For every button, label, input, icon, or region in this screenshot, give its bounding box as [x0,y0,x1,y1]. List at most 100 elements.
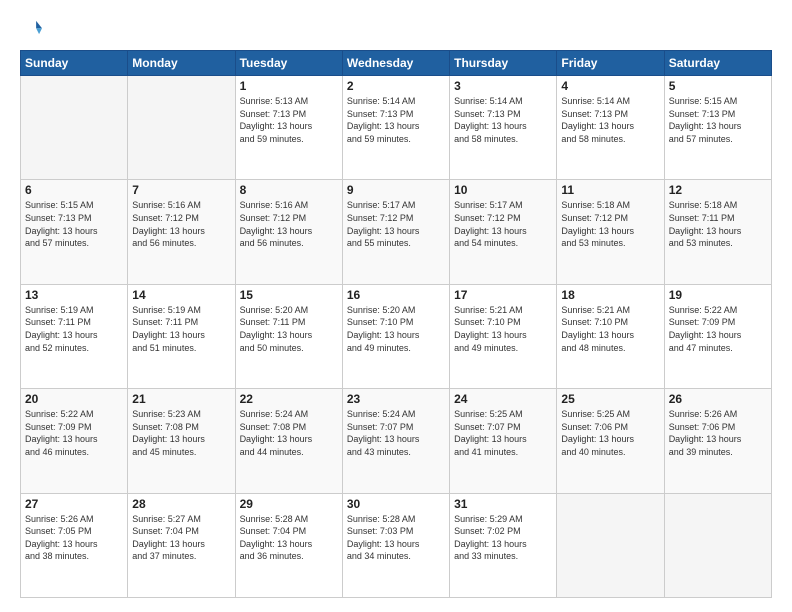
day-number: 27 [25,497,123,511]
day-info: Sunrise: 5:26 AM Sunset: 7:06 PM Dayligh… [669,408,767,458]
logo [20,18,46,40]
day-number: 10 [454,183,552,197]
day-info: Sunrise: 5:15 AM Sunset: 7:13 PM Dayligh… [669,95,767,145]
day-info: Sunrise: 5:22 AM Sunset: 7:09 PM Dayligh… [25,408,123,458]
calendar-cell: 8 Sunrise: 5:16 AM Sunset: 7:12 PM Daylig… [235,180,342,284]
calendar-cell: 7 Sunrise: 5:16 AM Sunset: 7:12 PM Daylig… [128,180,235,284]
day-number: 18 [561,288,659,302]
day-number: 5 [669,79,767,93]
day-number: 29 [240,497,338,511]
day-info: Sunrise: 5:14 AM Sunset: 7:13 PM Dayligh… [561,95,659,145]
day-info: Sunrise: 5:24 AM Sunset: 7:08 PM Dayligh… [240,408,338,458]
day-number: 11 [561,183,659,197]
calendar-week-row: 27 Sunrise: 5:26 AM Sunset: 7:05 PM Dayli… [21,493,772,597]
day-number: 23 [347,392,445,406]
day-number: 7 [132,183,230,197]
day-info: Sunrise: 5:25 AM Sunset: 7:07 PM Dayligh… [454,408,552,458]
day-info: Sunrise: 5:14 AM Sunset: 7:13 PM Dayligh… [347,95,445,145]
calendar-cell: 25 Sunrise: 5:25 AM Sunset: 7:06 PM Dayli… [557,389,664,493]
calendar-cell: 11 Sunrise: 5:18 AM Sunset: 7:12 PM Dayli… [557,180,664,284]
calendar-cell: 27 Sunrise: 5:26 AM Sunset: 7:05 PM Dayli… [21,493,128,597]
calendar-cell: 12 Sunrise: 5:18 AM Sunset: 7:11 PM Dayli… [664,180,771,284]
calendar-cell: 18 Sunrise: 5:21 AM Sunset: 7:10 PM Dayli… [557,284,664,388]
day-number: 24 [454,392,552,406]
calendar-cell: 28Sunrise: 5:27 AM Sunset: 7:04 PM Dayli… [128,493,235,597]
day-info: Sunrise: 5:26 AM Sunset: 7:05 PM Dayligh… [25,513,123,563]
day-number: 4 [561,79,659,93]
day-number: 22 [240,392,338,406]
day-info: Sunrise: 5:19 AM Sunset: 7:11 PM Dayligh… [132,304,230,354]
calendar-cell: 6Sunrise: 5:15 AM Sunset: 7:13 PM Daylig… [21,180,128,284]
calendar-cell: 15 Sunrise: 5:20 AM Sunset: 7:11 PM Dayli… [235,284,342,388]
day-info: Sunrise: 5:23 AM Sunset: 7:08 PM Dayligh… [132,408,230,458]
calendar-cell: 3 Sunrise: 5:14 AM Sunset: 7:13 PM Daylig… [450,76,557,180]
calendar-weekday-wednesday: Wednesday [342,51,449,76]
day-info: Sunrise: 5:24 AM Sunset: 7:07 PM Dayligh… [347,408,445,458]
day-number: 17 [454,288,552,302]
day-info: Sunrise: 5:18 AM Sunset: 7:11 PM Dayligh… [669,199,767,249]
calendar-cell: 4 Sunrise: 5:14 AM Sunset: 7:13 PM Daylig… [557,76,664,180]
calendar-cell [557,493,664,597]
calendar-cell: 13Sunrise: 5:19 AM Sunset: 7:11 PM Dayli… [21,284,128,388]
calendar-weekday-sunday: Sunday [21,51,128,76]
calendar-weekday-saturday: Saturday [664,51,771,76]
calendar-cell: 23 Sunrise: 5:24 AM Sunset: 7:07 PM Dayli… [342,389,449,493]
day-number: 13 [25,288,123,302]
day-info: Sunrise: 5:13 AM Sunset: 7:13 PM Dayligh… [240,95,338,145]
day-info: Sunrise: 5:21 AM Sunset: 7:10 PM Dayligh… [561,304,659,354]
day-info: Sunrise: 5:14 AM Sunset: 7:13 PM Dayligh… [454,95,552,145]
day-info: Sunrise: 5:20 AM Sunset: 7:10 PM Dayligh… [347,304,445,354]
day-number: 30 [347,497,445,511]
page: SundayMondayTuesdayWednesdayThursdayFrid… [0,0,792,612]
calendar-cell [128,76,235,180]
day-info: Sunrise: 5:18 AM Sunset: 7:12 PM Dayligh… [561,199,659,249]
calendar-cell: 29 Sunrise: 5:28 AM Sunset: 7:04 PM Dayli… [235,493,342,597]
day-number: 12 [669,183,767,197]
day-info: Sunrise: 5:21 AM Sunset: 7:10 PM Dayligh… [454,304,552,354]
day-info: Sunrise: 5:20 AM Sunset: 7:11 PM Dayligh… [240,304,338,354]
header [20,18,772,40]
day-number: 6 [25,183,123,197]
day-info: Sunrise: 5:28 AM Sunset: 7:03 PM Dayligh… [347,513,445,563]
calendar-cell: 10 Sunrise: 5:17 AM Sunset: 7:12 PM Dayli… [450,180,557,284]
day-number: 9 [347,183,445,197]
day-info: Sunrise: 5:16 AM Sunset: 7:12 PM Dayligh… [132,199,230,249]
day-info: Sunrise: 5:25 AM Sunset: 7:06 PM Dayligh… [561,408,659,458]
day-number: 31 [454,497,552,511]
calendar-cell: 16Sunrise: 5:20 AM Sunset: 7:10 PM Dayli… [342,284,449,388]
day-number: 25 [561,392,659,406]
day-number: 28 [132,497,230,511]
calendar-cell: 31Sunrise: 5:29 AM Sunset: 7:02 PM Dayli… [450,493,557,597]
day-number: 15 [240,288,338,302]
calendar-cell: 21 Sunrise: 5:23 AM Sunset: 7:08 PM Dayli… [128,389,235,493]
calendar-week-row: 20Sunrise: 5:22 AM Sunset: 7:09 PM Dayli… [21,389,772,493]
day-info: Sunrise: 5:16 AM Sunset: 7:12 PM Dayligh… [240,199,338,249]
day-number: 1 [240,79,338,93]
calendar-week-row: 6Sunrise: 5:15 AM Sunset: 7:13 PM Daylig… [21,180,772,284]
day-number: 26 [669,392,767,406]
calendar-cell: 2 Sunrise: 5:14 AM Sunset: 7:13 PM Daylig… [342,76,449,180]
calendar-weekday-thursday: Thursday [450,51,557,76]
calendar-cell: 1 Sunrise: 5:13 AM Sunset: 7:13 PM Daylig… [235,76,342,180]
logo-icon [20,18,42,40]
calendar-weekday-friday: Friday [557,51,664,76]
day-number: 8 [240,183,338,197]
day-number: 21 [132,392,230,406]
calendar-weekday-tuesday: Tuesday [235,51,342,76]
calendar-cell: 17 Sunrise: 5:21 AM Sunset: 7:10 PM Dayli… [450,284,557,388]
day-number: 2 [347,79,445,93]
day-number: 19 [669,288,767,302]
calendar-cell: 26 Sunrise: 5:26 AM Sunset: 7:06 PM Dayli… [664,389,771,493]
calendar-week-row: 1 Sunrise: 5:13 AM Sunset: 7:13 PM Daylig… [21,76,772,180]
day-number: 3 [454,79,552,93]
day-info: Sunrise: 5:28 AM Sunset: 7:04 PM Dayligh… [240,513,338,563]
calendar-cell: 20Sunrise: 5:22 AM Sunset: 7:09 PM Dayli… [21,389,128,493]
calendar-weekday-monday: Monday [128,51,235,76]
calendar-header-row: SundayMondayTuesdayWednesdayThursdayFrid… [21,51,772,76]
calendar-week-row: 13 Sunrise: 5:19 AM Sunset: 7:11 PM Dayli… [21,284,772,388]
day-info: Sunrise: 5:17 AM Sunset: 7:12 PM Dayligh… [454,199,552,249]
calendar-cell: 19Sunrise: 5:22 AM Sunset: 7:09 PM Dayli… [664,284,771,388]
day-info: Sunrise: 5:17 AM Sunset: 7:12 PM Dayligh… [347,199,445,249]
day-number: 14 [132,288,230,302]
calendar-cell: 22 Sunrise: 5:24 AM Sunset: 7:08 PM Dayli… [235,389,342,493]
